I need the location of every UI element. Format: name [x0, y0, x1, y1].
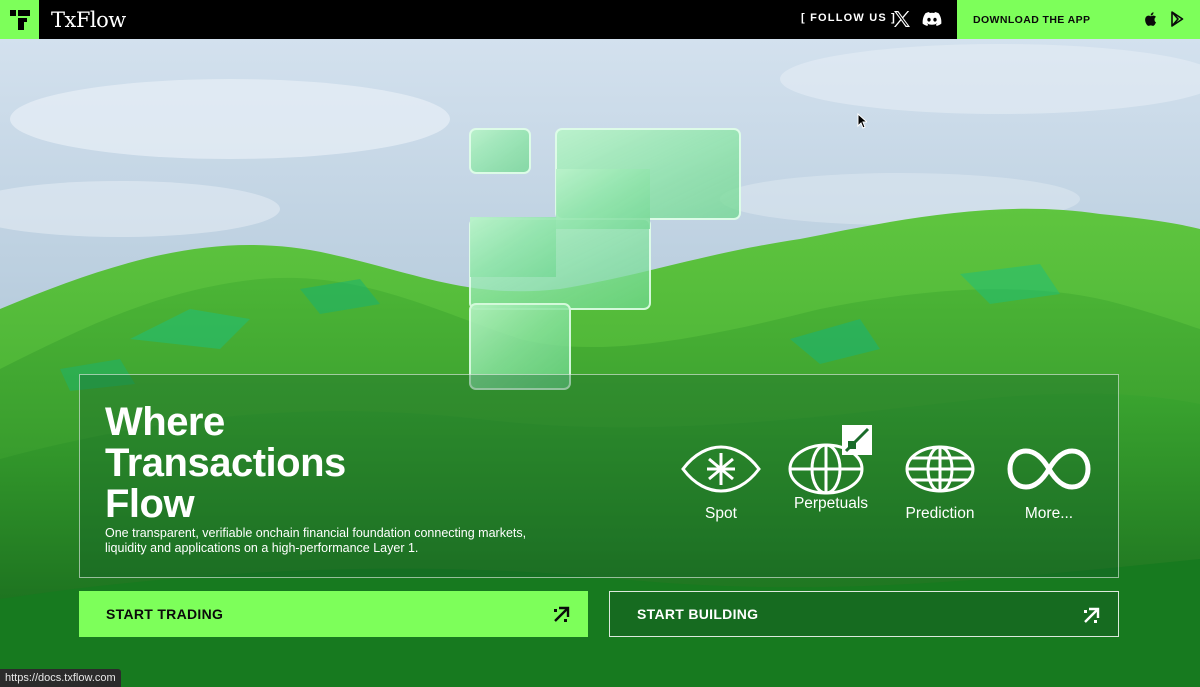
arrow-up-right-icon [1084, 607, 1100, 623]
feature-spot-label: Spot [705, 505, 737, 522]
prediction-globe-icon [905, 445, 975, 493]
discord-icon[interactable] [922, 10, 942, 28]
start-trading-button[interactable]: START TRADING [79, 591, 588, 637]
hero-section [0, 39, 1200, 687]
start-building-button[interactable]: START BUILDING [609, 591, 1119, 637]
start-trading-label: START TRADING [106, 606, 224, 622]
top-navigation-bar: TxFlow [ FOLLOW US ] DOWNLOAD THE APP [0, 0, 1200, 39]
hero-subtext: One transparent, verifiable onchain fina… [105, 526, 527, 555]
link-preview-status-bar: https://docs.txflow.com [0, 669, 121, 687]
start-building-label: START BUILDING [637, 606, 759, 622]
infinity-icon [1007, 448, 1091, 490]
feature-more[interactable]: More... [999, 443, 1099, 523]
feature-perpetuals[interactable]: Perpetuals [781, 423, 881, 513]
brand-name[interactable]: TxFlow [51, 8, 126, 32]
txflow-logo-icon [9, 9, 30, 30]
apple-icon[interactable] [1143, 11, 1157, 27]
feature-perpetuals-label: Perpetuals [793, 495, 869, 512]
feature-prediction[interactable]: Prediction [890, 443, 990, 523]
arrow-up-right-icon [554, 606, 570, 622]
x-icon[interactable] [893, 10, 911, 28]
headline-line-1: Where [105, 400, 225, 444]
feature-prediction-label: Prediction [905, 505, 975, 522]
hero-headline: Where Transactions Flow [105, 402, 465, 525]
download-app-button[interactable]: DOWNLOAD THE APP [973, 14, 1090, 26]
hero-background-landscape [0, 39, 1200, 687]
txflow-logo-button[interactable] [0, 0, 39, 39]
perpetuals-globe-icon [788, 425, 872, 495]
follow-us-label: [ FOLLOW US ] [801, 12, 897, 24]
headline-line-3: Flow [105, 482, 195, 526]
feature-more-label: More... [1024, 505, 1074, 522]
hero-info-panel: Where Transactions Flow One transparent,… [79, 374, 1119, 578]
feature-spot[interactable]: Spot [671, 443, 771, 523]
google-play-icon[interactable] [1170, 11, 1184, 27]
spot-eye-icon [681, 445, 761, 493]
download-app-bar: DOWNLOAD THE APP [957, 0, 1200, 39]
mouse-cursor-icon [857, 113, 867, 129]
headline-line-2: Transactions [105, 441, 346, 485]
